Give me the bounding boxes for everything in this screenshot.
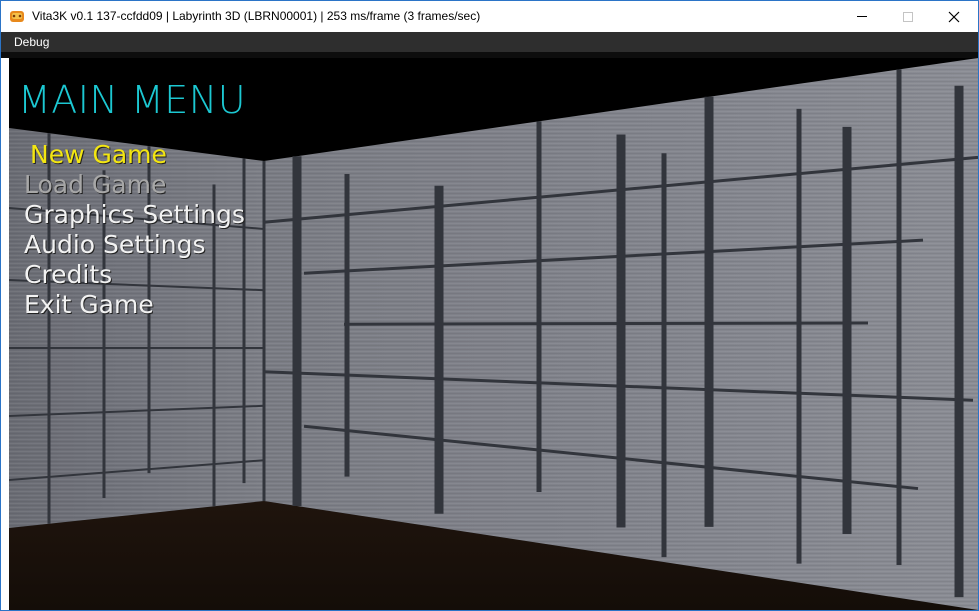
game-viewport[interactable]: MAIN MENU New Game Load Game Graphics Se… [9, 58, 978, 610]
menu-option-load-game[interactable]: Load Game [24, 170, 245, 200]
minimize-button[interactable] [839, 1, 885, 32]
main-menu-options: New Game Load Game Graphics Settings Aud… [24, 140, 245, 320]
menu-option-graphics-settings[interactable]: Graphics Settings [24, 200, 245, 230]
menu-option-credits[interactable]: Credits [24, 260, 245, 290]
emulator-window: Vita3K v0.1 137-ccfdd09 | Labyrinth 3D (… [0, 0, 979, 611]
minimize-icon [857, 16, 867, 17]
menu-bar: Debug [1, 32, 978, 52]
menu-debug[interactable]: Debug [14, 35, 49, 49]
menu-option-exit-game[interactable]: Exit Game [24, 290, 245, 320]
maximize-icon [903, 11, 913, 22]
menu-option-new-game[interactable]: New Game [24, 140, 245, 170]
title-bar[interactable]: Vita3K v0.1 137-ccfdd09 | Labyrinth 3D (… [1, 1, 978, 32]
vita3k-logo-icon [10, 11, 24, 22]
close-button[interactable] [931, 1, 977, 32]
main-menu-title: MAIN MENU [18, 78, 247, 122]
menu-option-audio-settings[interactable]: Audio Settings [24, 230, 245, 260]
close-icon [948, 11, 960, 22]
maximize-button[interactable] [885, 1, 931, 32]
window-title: Vita3K v0.1 137-ccfdd09 | Labyrinth 3D (… [32, 9, 481, 23]
